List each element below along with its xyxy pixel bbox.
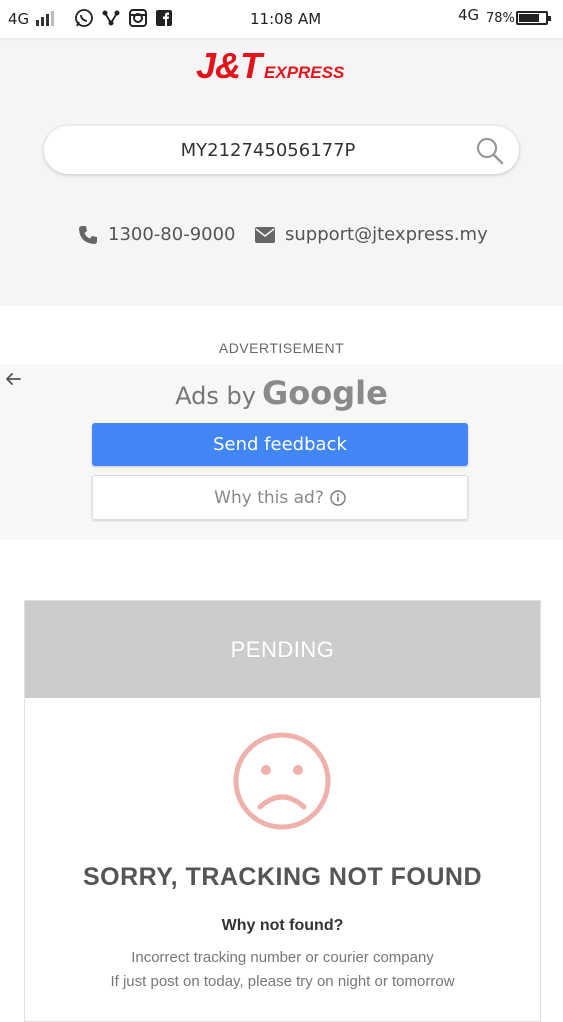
ad-container: Ads by Google Send feedback Why this ad? [0, 364, 563, 540]
battery-percent: 78% [486, 11, 515, 26]
battery-icon [516, 11, 551, 25]
network-type-right: 4G [458, 6, 480, 24]
phone-contact[interactable]: 1300-80-9000 [78, 224, 236, 245]
search-icon[interactable] [475, 136, 505, 166]
send-feedback-button[interactable]: Send feedback [92, 423, 468, 466]
why-this-ad-button[interactable]: Why this ad? [92, 475, 468, 520]
phone-number: 1300-80-9000 [108, 224, 236, 245]
why-this-ad-label: Why this ad? [214, 487, 324, 508]
not-found-title: SORRY, TRACKING NOT FOUND [82, 863, 483, 891]
sad-face-icon [233, 732, 331, 830]
clock: 11:08 AM [250, 10, 322, 28]
logo-main-text: J&T [196, 45, 262, 86]
signal-strength-icon [36, 10, 58, 26]
jt-express-logo[interactable]: J&T EXPRESS [196, 44, 344, 84]
advertisement-label: ADVERTISEMENT [218, 340, 345, 356]
network-type-left: 4G [8, 10, 30, 28]
phone-icon [79, 225, 97, 244]
tracking-number-input[interactable] [44, 126, 464, 174]
share-icon [102, 10, 120, 26]
header: J&T EXPRESS 1300-80-9000 support@jtexpre… [0, 38, 563, 306]
ads-by-text: Ads by [175, 382, 256, 410]
tracking-search-bar [44, 126, 519, 174]
logo-sub-text: EXPRESS [264, 63, 345, 82]
whatsapp-icon [75, 9, 93, 27]
info-icon [330, 489, 346, 506]
reason-line: If just post on today, please try on nig… [110, 973, 455, 990]
why-not-found-heading: Why not found? [221, 917, 344, 934]
facebook-icon [156, 10, 172, 26]
email-contact[interactable]: support@jtexpress.my [255, 224, 488, 245]
ads-by-google: Ads by Google [0, 374, 563, 412]
envelope-icon [255, 226, 275, 243]
tracking-status-header: PENDING [25, 601, 540, 698]
reason-line: Incorrect tracking number or courier com… [131, 949, 434, 966]
tracking-result-card: PENDING SORRY, TRACKING NOT FOUND Why no… [24, 600, 541, 1022]
status-bar: 4G 11:08 AM 4G 78% [0, 0, 563, 38]
support-email: support@jtexpress.my [285, 224, 488, 245]
instagram-icon [129, 9, 147, 27]
google-wordmark: Google [262, 374, 388, 412]
